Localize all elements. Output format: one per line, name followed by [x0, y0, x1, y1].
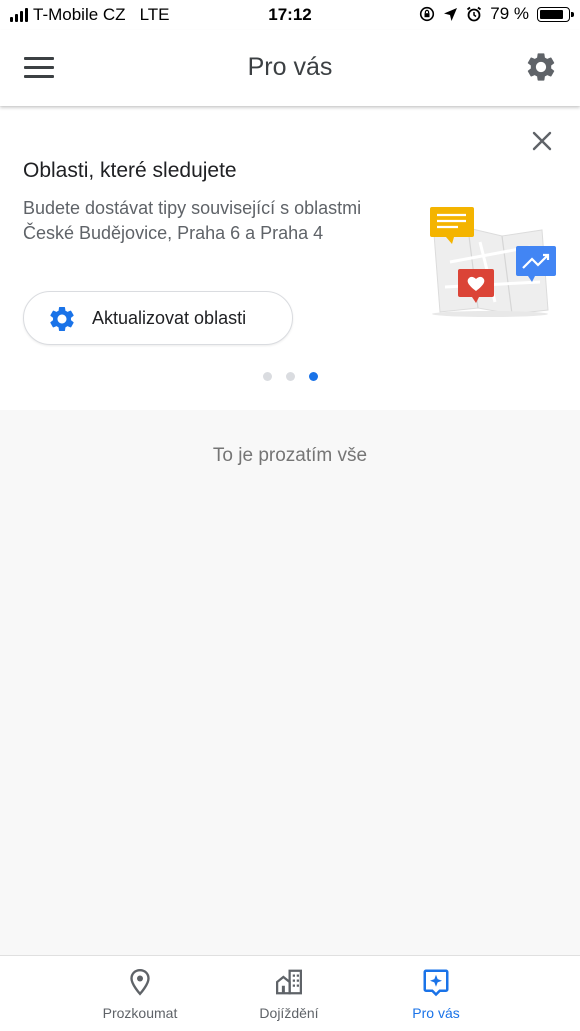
- followed-areas-card: Oblasti, které sledujete Budete dostávat…: [0, 107, 580, 410]
- card-title: Oblasti, které sledujete: [23, 159, 237, 182]
- for-you-sparkle-icon: [423, 969, 449, 997]
- pagination-dot-1[interactable]: [263, 372, 272, 381]
- carousel-pagination: [263, 372, 318, 381]
- nav-label-explore: Prozkoumat: [102, 1005, 178, 1021]
- page-title: Pro vás: [247, 53, 333, 81]
- card-description: Budete dostávat tipy související s oblas…: [23, 198, 362, 243]
- close-icon[interactable]: [530, 129, 554, 153]
- location-arrow-icon: [444, 7, 458, 21]
- map-tips-illustration: [430, 207, 556, 317]
- location-pin-icon: [130, 968, 150, 996]
- alarm-clock-icon: [467, 6, 482, 22]
- battery-percentage: 79 %: [490, 4, 529, 23]
- commute-buildings-icon: [276, 969, 302, 995]
- status-bar: T-Mobile CZ LTE 17:12 79 %: [0, 0, 580, 30]
- screen: T-Mobile CZ LTE 17:12 79 % Pro vás Oblas…: [0, 0, 580, 1031]
- nav-item-for-you[interactable]: Pro vás: [361, 956, 511, 1031]
- end-of-feed-text: To je prozatím vše: [212, 445, 368, 466]
- status-right: 79 %: [419, 4, 574, 24]
- update-areas-label: Aktualizovat oblasti: [92, 308, 247, 328]
- nav-item-commute[interactable]: Dojíždění: [214, 956, 364, 1031]
- nav-label-for-you: Pro vás: [412, 1005, 460, 1021]
- nav-item-explore[interactable]: Prozkoumat: [65, 956, 215, 1031]
- battery-icon: [537, 6, 574, 22]
- bottom-navigation: Prozkoumat Dojíždění Pro vás: [0, 955, 580, 1031]
- pagination-dot-2[interactable]: [286, 372, 295, 381]
- settings-gear-icon: [50, 307, 74, 331]
- rotation-lock-icon: [420, 6, 435, 22]
- app-bar: Pro vás: [0, 30, 580, 106]
- pagination-dot-3[interactable]: [309, 372, 318, 381]
- nav-label-commute: Dojíždění: [259, 1005, 319, 1021]
- settings-gear-icon[interactable]: [524, 50, 558, 84]
- update-areas-button[interactable]: Aktualizovat oblasti: [23, 291, 293, 345]
